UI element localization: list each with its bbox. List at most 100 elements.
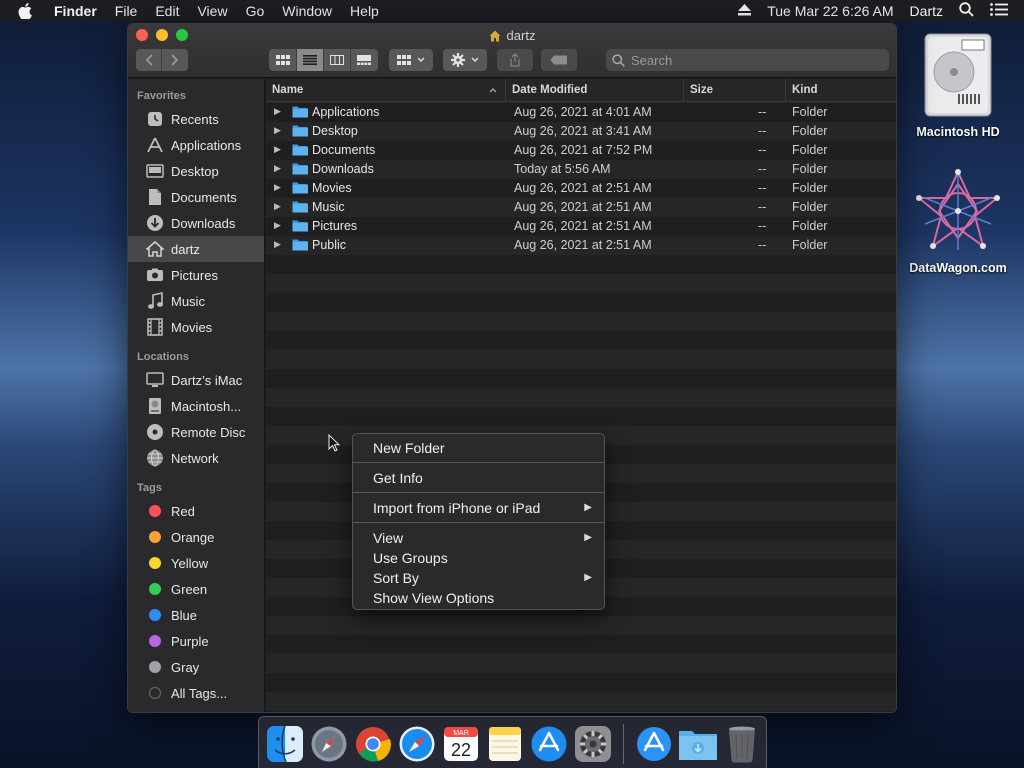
disclosure-triangle-icon[interactable]: ▶ (274, 144, 284, 155)
sidebar-tag-yellow[interactable]: Yellow (128, 550, 264, 576)
sidebar-item-label: Movies (171, 319, 213, 335)
menu-edit[interactable]: Edit (155, 3, 179, 19)
menu-user[interactable]: Dartz (910, 3, 943, 19)
table-row[interactable]: ▶ Applications Aug 26, 2021 at 4:01 AM -… (266, 102, 896, 121)
ctx-view[interactable]: View ▶ (353, 528, 604, 547)
action-menu-button[interactable] (443, 49, 487, 71)
disclosure-triangle-icon[interactable]: ▶ (274, 182, 284, 193)
dock-notes[interactable] (485, 724, 525, 764)
forward-button[interactable] (162, 49, 188, 71)
sidebar-item-movies[interactable]: Movies (128, 314, 264, 340)
dock-chrome[interactable] (353, 724, 393, 764)
disclosure-triangle-icon[interactable]: ▶ (274, 106, 284, 117)
file-name: Pictures (312, 218, 358, 233)
sidebar-item-network[interactable]: Network (128, 445, 264, 471)
sidebar-item-downloads[interactable]: Downloads (128, 210, 264, 236)
eject-icon[interactable] (738, 3, 752, 19)
apple-menu-icon[interactable] (18, 3, 38, 19)
downloads-icon (145, 214, 165, 232)
dock: MAR 22 (258, 716, 767, 768)
column-header-date[interactable]: Date Modified (506, 78, 684, 102)
sidebar-item-documents[interactable]: Documents (128, 184, 264, 210)
search-field[interactable] (606, 49, 889, 71)
sidebar-item-pictures[interactable]: Pictures (128, 262, 264, 288)
menu-go[interactable]: Go (246, 3, 265, 19)
ctx-use-groups[interactable]: Use Groups (353, 548, 604, 567)
column-header-name[interactable]: Name (266, 78, 506, 102)
menu-app-name[interactable]: Finder (54, 3, 97, 19)
sidebar-tag-red[interactable]: Red (128, 498, 264, 524)
sidebar-item-desktop[interactable]: Desktop (128, 158, 264, 184)
table-row[interactable]: ▶ Desktop Aug 26, 2021 at 3:41 AM -- Fol… (266, 121, 896, 140)
notification-center-icon[interactable] (990, 3, 1008, 19)
dock-calendar[interactable]: MAR 22 (441, 724, 481, 764)
sidebar-tag-green[interactable]: Green (128, 576, 264, 602)
disclosure-triangle-icon[interactable]: ▶ (274, 125, 284, 136)
share-button[interactable] (497, 49, 533, 71)
search-input[interactable] (631, 52, 871, 68)
file-date-modified: Aug 26, 2021 at 2:51 AM (514, 180, 652, 195)
sidebar-tag-gray[interactable]: Gray (128, 654, 264, 680)
ctx-import-iphone[interactable]: Import from iPhone or iPad ▶ (353, 498, 604, 517)
disclosure-triangle-icon[interactable]: ▶ (274, 239, 284, 250)
table-row[interactable]: ▶ Movies Aug 26, 2021 at 2:51 AM -- Fold… (266, 178, 896, 197)
back-button[interactable] (136, 49, 162, 71)
column-header-size[interactable]: Size (684, 78, 786, 102)
sidebar-item-imac[interactable]: Dartz’s iMac (128, 367, 264, 393)
table-row[interactable]: ▶ Documents Aug 26, 2021 at 7:52 PM -- F… (266, 140, 896, 159)
menu-file[interactable]: File (115, 3, 138, 19)
disclosure-triangle-icon[interactable]: ▶ (274, 220, 284, 231)
file-date-modified: Aug 26, 2021 at 7:52 PM (514, 142, 653, 157)
dock-safari[interactable] (397, 724, 437, 764)
window-toolbar: dartz (128, 24, 896, 78)
ctx-show-view-options[interactable]: Show View Options (353, 588, 604, 607)
menu-separator (353, 522, 604, 523)
table-row[interactable]: ▶ Downloads Today at 5:56 AM -- Folder (266, 159, 896, 178)
window-title: dartz (128, 28, 896, 43)
icon-view-button[interactable] (270, 49, 297, 71)
list-view-button[interactable] (296, 49, 324, 71)
dock-trash[interactable] (722, 724, 762, 764)
dock-system-preferences[interactable] (573, 724, 613, 764)
file-size: -- (758, 237, 767, 252)
table-row[interactable]: ▶ Music Aug 26, 2021 at 2:51 AM -- Folde… (266, 197, 896, 216)
dock-app-store[interactable] (529, 724, 569, 764)
ctx-sort-by[interactable]: Sort By ▶ (353, 568, 604, 587)
menu-help[interactable]: Help (350, 3, 379, 19)
sidebar-tag-purple[interactable]: Purple (128, 628, 264, 654)
ctx-new-folder[interactable]: New Folder (353, 438, 604, 457)
sidebar-item-dartz[interactable]: dartz (128, 236, 264, 262)
sidebar-item-recents[interactable]: Recents (128, 106, 264, 132)
dock-launchpad[interactable] (309, 724, 349, 764)
table-row[interactable]: ▶ Pictures Aug 26, 2021 at 2:51 AM -- Fo… (266, 216, 896, 235)
sidebar-tag-blue[interactable]: Blue (128, 602, 264, 628)
desktop-datawagon[interactable]: DataWagon.com (898, 168, 1018, 275)
launchpad-icon (311, 726, 347, 762)
column-header-kind[interactable]: Kind (786, 79, 896, 102)
dock-downloads-stack[interactable] (678, 724, 718, 764)
group-by-button[interactable] (389, 49, 433, 71)
sidebar-item-remote-disc[interactable]: Remote Disc (128, 419, 264, 445)
dock-applications-stack[interactable] (634, 724, 674, 764)
ctx-get-info[interactable]: Get Info (353, 468, 604, 487)
disclosure-triangle-icon[interactable]: ▶ (274, 163, 284, 174)
file-list[interactable]: Name Date Modified Size Kind ▶ Applicati… (266, 78, 896, 712)
sidebar-tag-all[interactable]: All Tags... (128, 680, 264, 706)
search-icon (612, 53, 625, 67)
sidebar-tag-orange[interactable]: Orange (128, 524, 264, 550)
desktop-macintosh-hd[interactable]: Macintosh HD (898, 32, 1018, 139)
menu-view[interactable]: View (197, 3, 227, 19)
spotlight-icon[interactable] (959, 2, 974, 20)
sidebar-item-music[interactable]: Music (128, 288, 264, 314)
sidebar-item-macintosh[interactable]: Macintosh... (128, 393, 264, 419)
sidebar-item-applications[interactable]: Applications (128, 132, 264, 158)
tag-button[interactable] (541, 49, 577, 71)
dock-finder[interactable] (265, 724, 305, 764)
sidebar-item-label: Gray (171, 659, 200, 675)
gallery-view-button[interactable] (351, 49, 378, 71)
disclosure-triangle-icon[interactable]: ▶ (274, 201, 284, 212)
menu-window[interactable]: Window (282, 3, 332, 19)
menu-clock[interactable]: Tue Mar 22 6:26 AM (767, 3, 893, 19)
table-row[interactable]: ▶ Public Aug 26, 2021 at 2:51 AM -- Fold… (266, 235, 896, 254)
column-view-button[interactable] (324, 49, 351, 71)
